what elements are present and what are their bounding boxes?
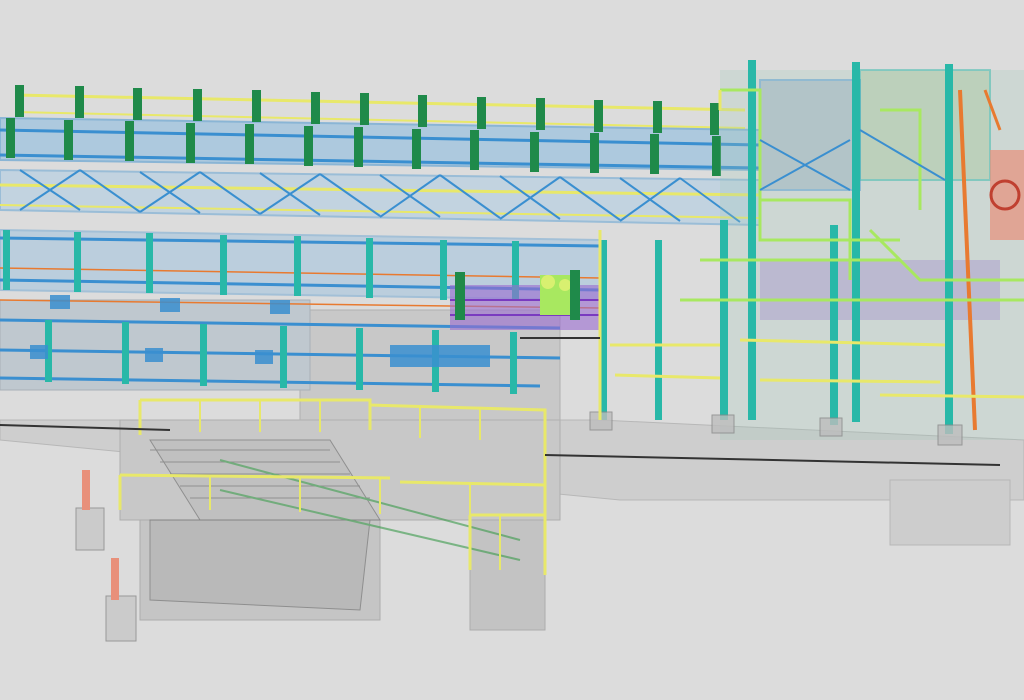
plant-model-scene[interactable] (0, 0, 1024, 700)
3d-model-viewport[interactable] (0, 0, 1024, 700)
